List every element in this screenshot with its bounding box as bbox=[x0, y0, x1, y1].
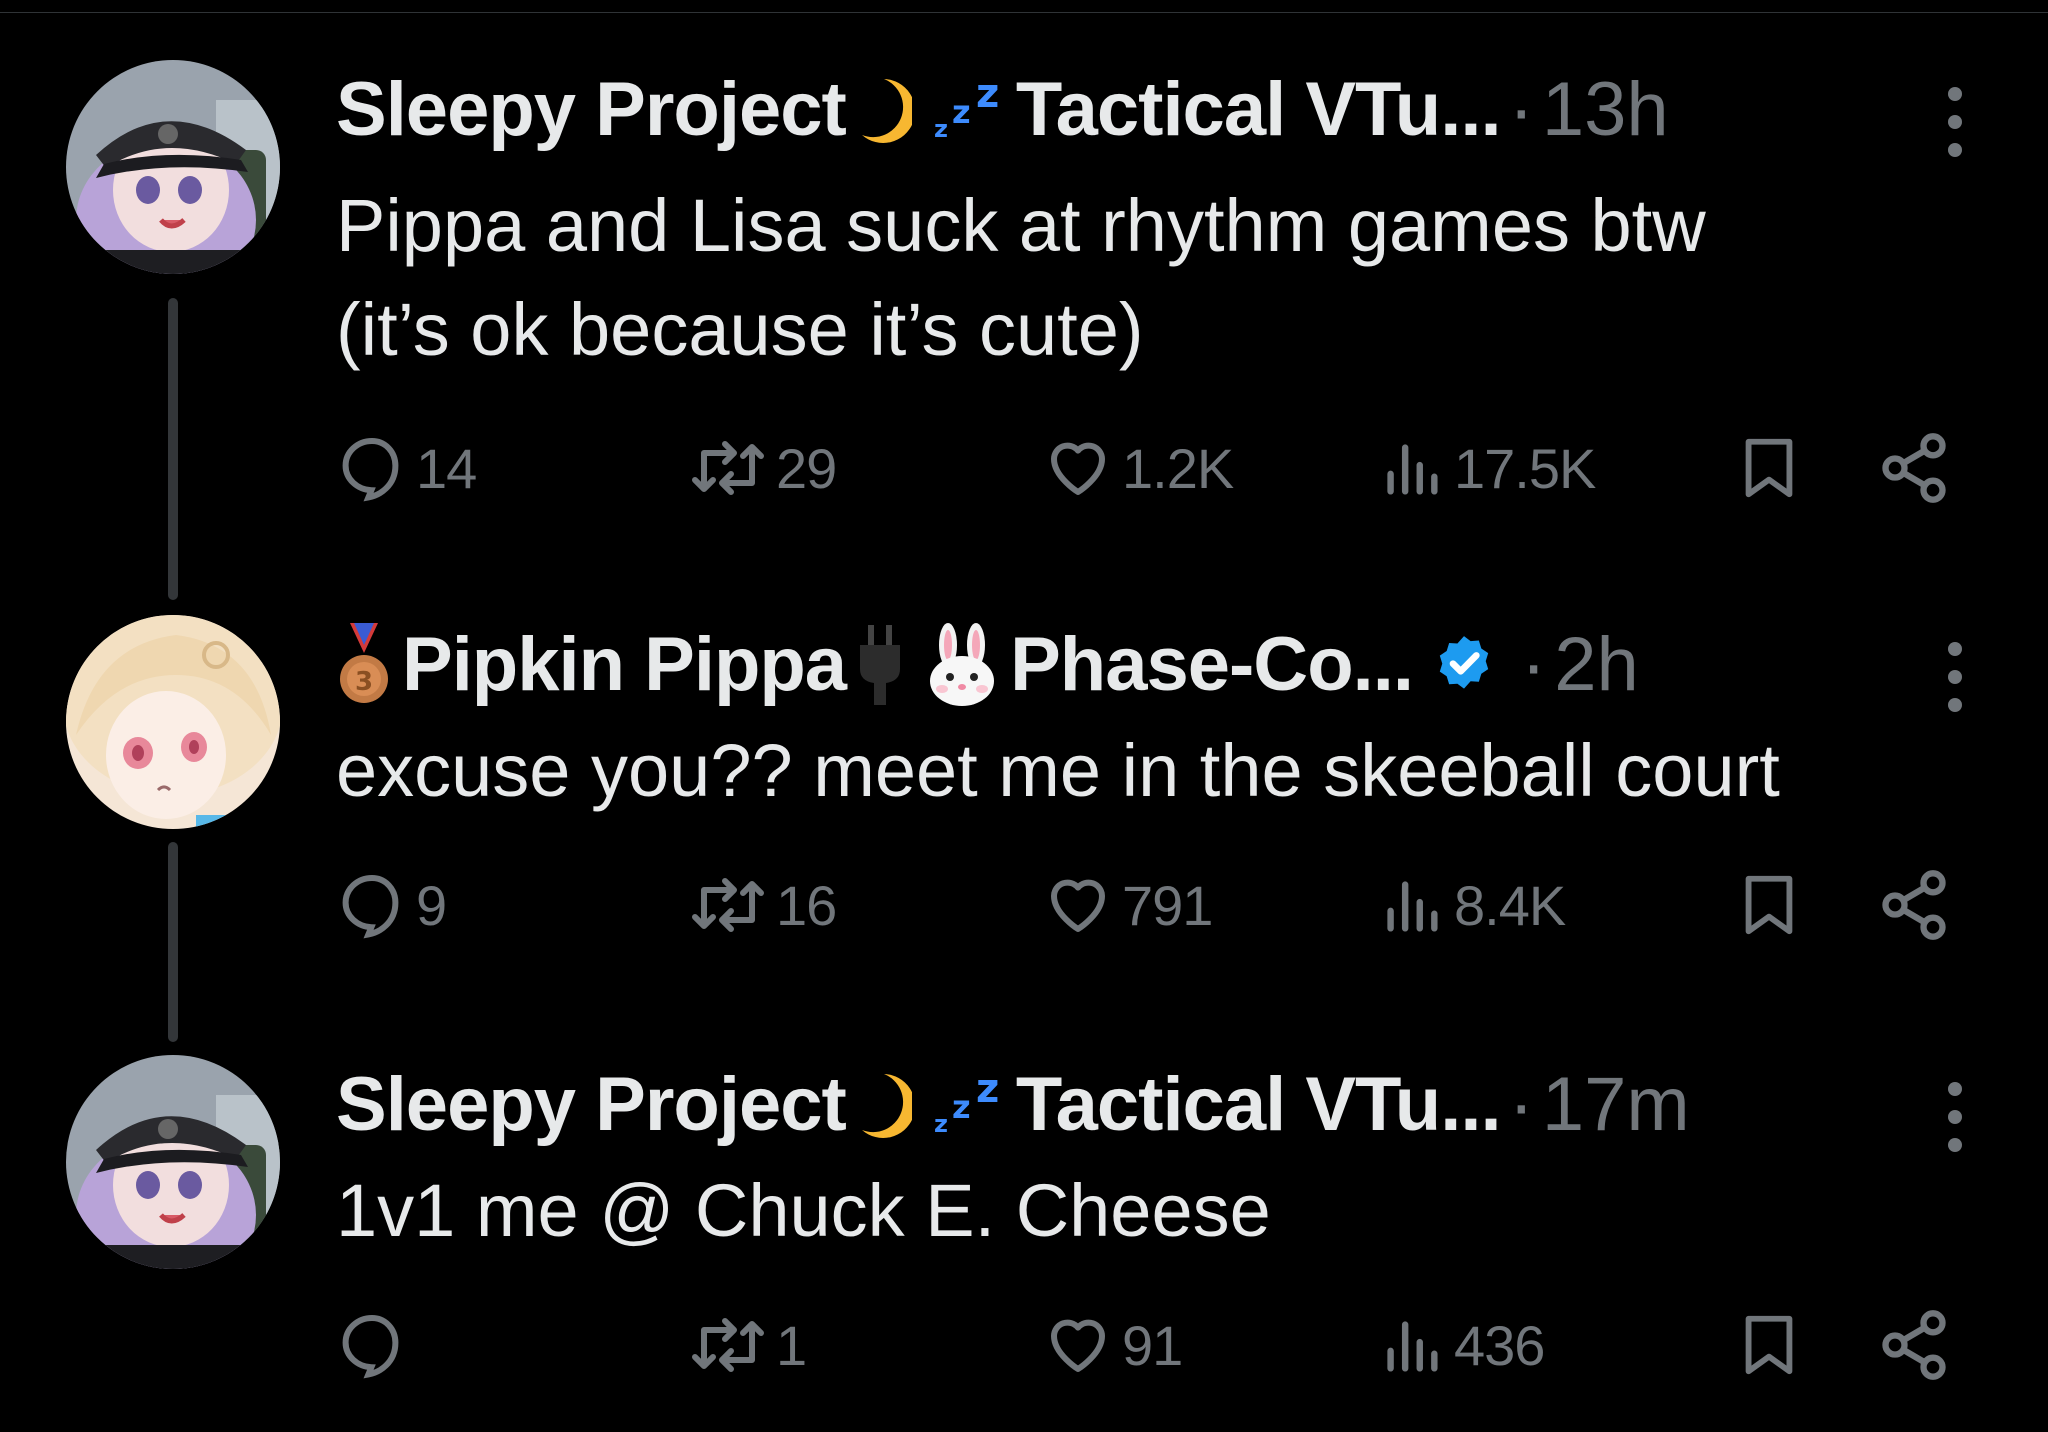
views-chart-icon bbox=[1387, 444, 1438, 495]
svg-text:3: 3 bbox=[355, 667, 373, 697]
crescent-moon-icon bbox=[856, 75, 915, 145]
display-name-suffix[interactable]: Tactical VTu... bbox=[1016, 1055, 1502, 1155]
rabbit-face-icon bbox=[924, 623, 1000, 707]
bookmark-button[interactable] bbox=[1734, 865, 1804, 945]
bookmark-button[interactable] bbox=[1734, 428, 1804, 508]
share-button[interactable] bbox=[1876, 428, 1952, 508]
reply-button[interactable]: 9 bbox=[336, 865, 447, 945]
tweet-text: Pippa and Lisa suck at rhythm games btw … bbox=[336, 174, 1706, 382]
avatar[interactable] bbox=[66, 615, 280, 829]
plug-icon bbox=[856, 623, 904, 707]
display-name-suffix[interactable]: Tactical VTu... bbox=[1016, 60, 1502, 160]
view-count: 17.5K bbox=[1454, 436, 1596, 500]
view-count: 8.4K bbox=[1454, 873, 1566, 937]
svg-text:z: z bbox=[934, 1110, 948, 1138]
separator-dot: · bbox=[1520, 622, 1547, 707]
action-bar: 1 91 436 bbox=[336, 1305, 1976, 1385]
tweet-header: 3 Pipkin Pippa Phase-Co... · 2h bbox=[336, 615, 1639, 715]
separator-dot: · bbox=[1508, 67, 1534, 152]
repost-button[interactable]: 16 bbox=[688, 865, 837, 945]
views-button[interactable]: 436 bbox=[1376, 1305, 1545, 1385]
bookmark-icon bbox=[1745, 875, 1793, 935]
svg-text:z: z bbox=[976, 1070, 999, 1112]
crescent-moon-icon bbox=[856, 1070, 915, 1140]
like-button[interactable]: 91 bbox=[1042, 1305, 1183, 1385]
like-button[interactable]: 791 bbox=[1042, 865, 1213, 945]
share-button[interactable] bbox=[1876, 865, 1952, 945]
vtuber-avatar-icon bbox=[66, 615, 280, 829]
avatar[interactable] bbox=[66, 1055, 280, 1269]
tweet-text-line: excuse you?? meet me in the skeeball cou… bbox=[336, 729, 1780, 812]
heart-icon bbox=[1051, 1319, 1105, 1372]
more-options-icon[interactable] bbox=[1938, 1077, 1972, 1157]
view-count: 436 bbox=[1454, 1313, 1545, 1377]
bookmark-icon bbox=[1745, 438, 1793, 498]
like-count: 791 bbox=[1122, 873, 1213, 937]
svg-text:z: z bbox=[952, 93, 971, 131]
reply-icon bbox=[342, 437, 399, 502]
reply-count: 14 bbox=[416, 436, 477, 500]
zzz-icon: z z z bbox=[932, 1066, 1006, 1140]
tweet-text-line: Pippa and Lisa suck at rhythm games btw bbox=[336, 184, 1706, 267]
views-button[interactable]: 8.4K bbox=[1376, 865, 1566, 945]
thread-connector-line bbox=[168, 298, 178, 600]
reply-count: 9 bbox=[416, 873, 447, 937]
zzz-icon: z z z bbox=[932, 71, 1006, 145]
bronze-medal-icon: 3 bbox=[336, 623, 392, 707]
tweet-text-line: (it’s ok because it’s cute) bbox=[336, 288, 1144, 371]
vtuber-avatar-icon bbox=[66, 60, 280, 274]
views-button[interactable]: 17.5K bbox=[1376, 428, 1596, 508]
bookmark-button[interactable] bbox=[1734, 1305, 1804, 1385]
tweet-text: 1v1 me @ Chuck E. Cheese bbox=[336, 1159, 1271, 1263]
repost-icon bbox=[692, 441, 764, 495]
like-button[interactable]: 1.2K bbox=[1042, 428, 1234, 508]
separator-dot: · bbox=[1508, 1062, 1534, 1147]
svg-text:z: z bbox=[934, 115, 948, 143]
share-button[interactable] bbox=[1876, 1305, 1952, 1385]
top-divider bbox=[0, 12, 2048, 13]
avatar[interactable] bbox=[66, 60, 280, 274]
display-name[interactable]: Pipkin Pippa bbox=[402, 615, 847, 715]
more-options-icon[interactable] bbox=[1938, 637, 1972, 717]
tweet-header: Sleepy Project z z z Tactical VTu... · 1… bbox=[336, 1055, 1690, 1155]
vtuber-avatar-icon bbox=[66, 1055, 280, 1269]
more-options-icon[interactable] bbox=[1938, 82, 1972, 162]
repost-count: 16 bbox=[776, 873, 837, 937]
verified-badge-icon bbox=[1431, 632, 1497, 698]
display-name[interactable]: Sleepy Project bbox=[336, 1055, 847, 1155]
repost-button[interactable]: 1 bbox=[688, 1305, 807, 1385]
repost-button[interactable]: 29 bbox=[688, 428, 837, 508]
views-chart-icon bbox=[1387, 881, 1438, 932]
heart-icon bbox=[1051, 879, 1105, 932]
heart-icon bbox=[1051, 442, 1105, 495]
svg-text:z: z bbox=[976, 75, 999, 117]
action-bar: 14 29 1.2K 17.5K bbox=[336, 428, 1976, 508]
reply-button[interactable] bbox=[336, 1305, 416, 1385]
display-name[interactable]: Sleepy Project bbox=[336, 60, 847, 160]
action-bar: 9 16 791 8.4K bbox=[336, 865, 1976, 945]
tweet-text: excuse you?? meet me in the skeeball cou… bbox=[336, 719, 1780, 823]
tweet-header: Sleepy Project z z z Tactical VTu... · 1… bbox=[336, 60, 1669, 160]
like-count: 91 bbox=[1122, 1313, 1183, 1377]
timestamp[interactable]: 2h bbox=[1554, 615, 1639, 715]
repost-count: 1 bbox=[776, 1313, 807, 1377]
share-icon bbox=[1882, 1310, 1946, 1380]
repost-icon bbox=[692, 878, 764, 932]
timestamp[interactable]: 13h bbox=[1542, 60, 1669, 160]
views-chart-icon bbox=[1387, 1321, 1438, 1372]
share-icon bbox=[1882, 433, 1946, 503]
share-icon bbox=[1882, 870, 1946, 940]
svg-text:z: z bbox=[952, 1088, 971, 1126]
reply-button[interactable]: 14 bbox=[336, 428, 477, 508]
reply-icon bbox=[342, 1314, 399, 1379]
repost-count: 29 bbox=[776, 436, 837, 500]
thread-connector-line bbox=[168, 842, 178, 1042]
bookmark-icon bbox=[1745, 1315, 1793, 1375]
repost-icon bbox=[692, 1318, 764, 1372]
tweet-text-line: 1v1 me @ Chuck E. Cheese bbox=[336, 1169, 1271, 1252]
like-count: 1.2K bbox=[1122, 436, 1234, 500]
reply-icon bbox=[342, 874, 399, 939]
timestamp[interactable]: 17m bbox=[1542, 1055, 1690, 1155]
display-name-suffix[interactable]: Phase-Co... bbox=[1010, 615, 1414, 715]
